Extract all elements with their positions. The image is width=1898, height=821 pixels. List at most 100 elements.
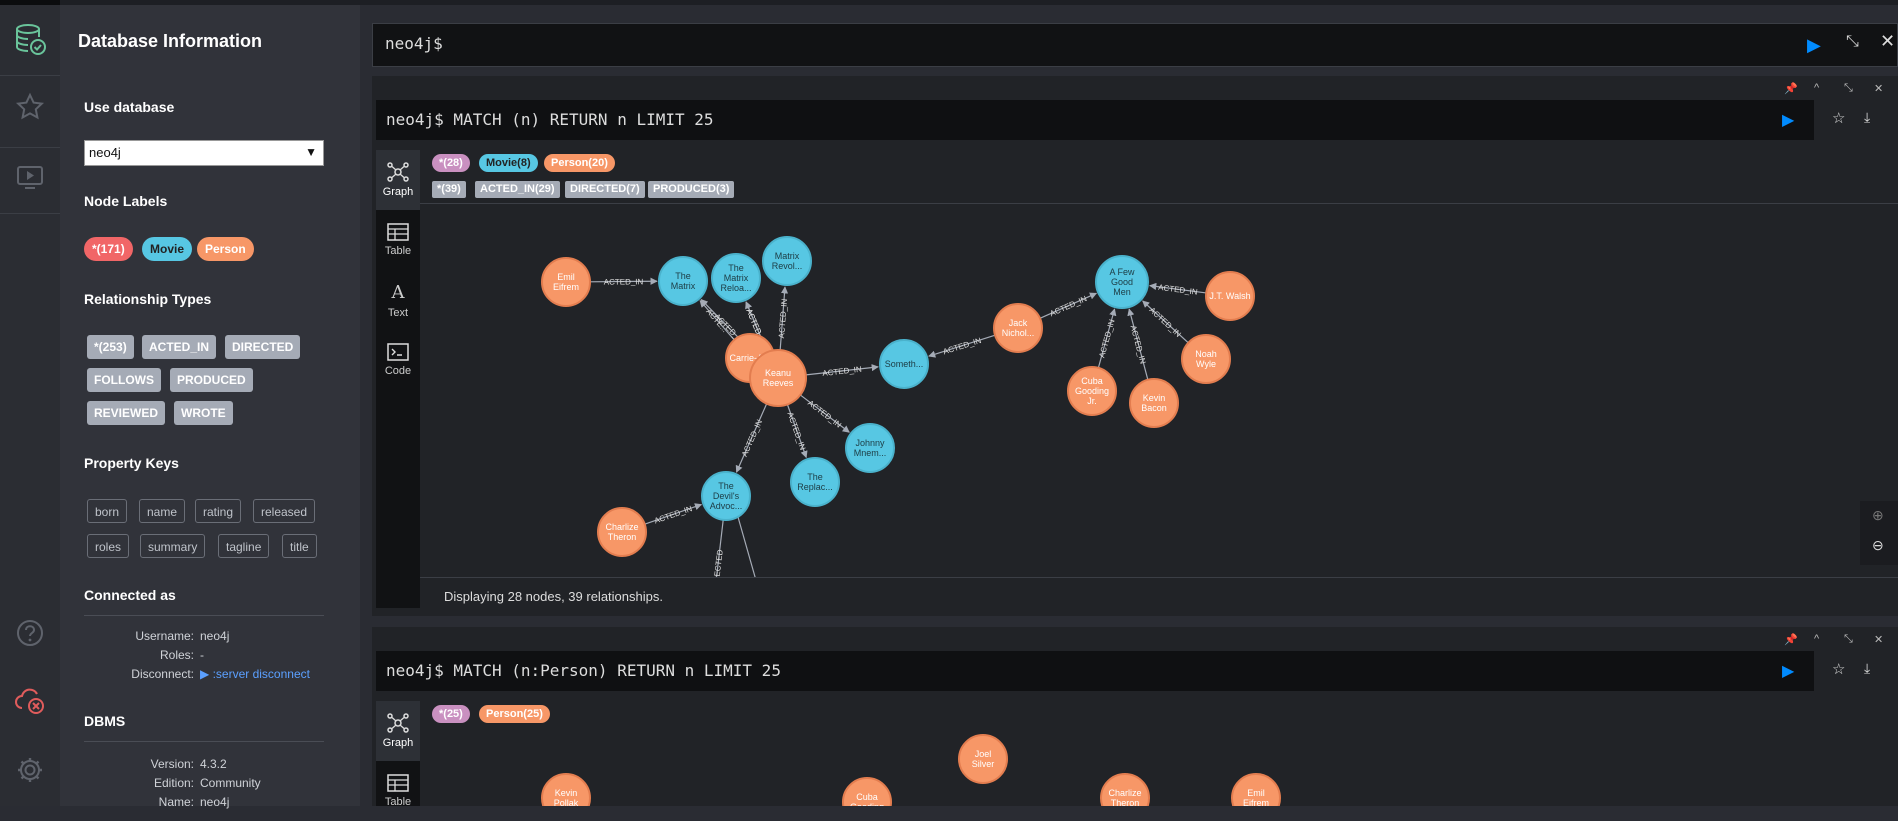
person-node[interactable]: EmilEifrem [1231, 773, 1281, 806]
movie-node[interactable]: JohnnyMnem... [845, 423, 895, 473]
pin-icon[interactable]: 📌 [1784, 633, 1798, 646]
movie-node[interactable]: TheMatrix [658, 256, 708, 306]
relationship-edge[interactable]: ACTED_IN [928, 334, 996, 358]
frame-query[interactable]: neo4j$ MATCH (n) RETURN n LIMIT 25 [376, 100, 1814, 140]
node-label-movie[interactable]: Movie [142, 237, 193, 261]
property-key-name[interactable]: name [139, 499, 186, 523]
graph-canvas[interactable]: *(28) Movie(8) Person(20) *(39) ACTED_IN… [420, 150, 1898, 616]
download-icon[interactable]: ⤓ [1864, 109, 1870, 126]
tab-text[interactable]: A Text [376, 270, 420, 330]
person-node[interactable]: CubaGooding [842, 777, 892, 806]
person-node[interactable]: KevinPollak [541, 773, 591, 806]
property-key-born[interactable]: born [87, 499, 128, 523]
server-disconnect-link[interactable]: ▶ :server disconnect [200, 667, 310, 681]
legend-node-movie[interactable]: Movie(8) [479, 154, 538, 172]
rel-type-wrote[interactable]: WROTE [174, 401, 233, 425]
download-icon[interactable]: ⤓ [1864, 660, 1870, 677]
cypher-editor[interactable]: neo4j$ ▶ ⤡ ✕ [372, 23, 1898, 67]
collapse-icon[interactable]: ^ [1814, 633, 1819, 645]
property-key-tagline[interactable]: tagline [218, 534, 270, 558]
rel-type-produced[interactable]: PRODUCED [170, 368, 253, 392]
movie-node[interactable]: Someth... [879, 339, 929, 389]
rerun-play-icon[interactable]: ▶ [1782, 110, 1794, 130]
legend-rel-produced[interactable]: PRODUCED(3) [648, 181, 735, 198]
node-label-all[interactable]: *(171) [84, 237, 133, 261]
legend-rel-all[interactable]: *(39) [432, 181, 466, 198]
relationship-edge[interactable]: ACTED_IN [1142, 300, 1189, 344]
collapse-icon[interactable]: ^ [1814, 82, 1819, 94]
fullscreen-icon[interactable]: ⤡ [1844, 82, 1853, 95]
legend-rel-acted-in[interactable]: ACTED_IN(29) [475, 181, 560, 198]
person-node[interactable]: CharlizeTheron [1100, 773, 1150, 806]
person-node[interactable]: JackNichol... [993, 303, 1043, 353]
relationship-edge[interactable]: ACTED_IN [1039, 292, 1098, 319]
person-node[interactable]: JoelSilver [958, 734, 1008, 784]
relationship-edge[interactable]: ACTED_IN [1127, 308, 1149, 380]
legend-node-person[interactable]: Person(20) [544, 154, 615, 172]
graph-svg[interactable]: ACTED_INACTE...ACTED_INACTED_IN ACTED_INA… [420, 206, 1898, 612]
graph-canvas[interactable]: *(25) Person(25) KevinPollak CubaGooding J… [420, 701, 1898, 806]
property-key-title[interactable]: title [282, 534, 317, 558]
rel-type-reviewed[interactable]: REVIEWED [87, 401, 166, 425]
connection-status-icon[interactable] [10, 681, 50, 721]
favorite-star-icon[interactable]: ☆ [1832, 660, 1845, 678]
legend-rel-directed[interactable]: DIRECTED(7) [565, 181, 645, 198]
relationship-edge[interactable]: ACTED_IN [644, 503, 703, 526]
relationship-edge[interactable]: ACTED_IN [735, 403, 768, 473]
property-key-roles[interactable]: roles [87, 534, 130, 558]
rel-type-all[interactable]: *(253) [87, 335, 134, 359]
person-node[interactable]: CubaGoodingJr. [1067, 366, 1117, 416]
zoom-in-icon[interactable]: ⊕ [1872, 507, 1884, 524]
property-key-summary[interactable]: summary [140, 534, 206, 558]
rerun-play-icon[interactable]: ▶ [1782, 661, 1794, 681]
database-icon[interactable] [10, 19, 50, 59]
rel-type-follows[interactable]: FOLLOWS [87, 368, 161, 392]
legend-node-all[interactable]: *(28) [432, 154, 470, 172]
tab-graph[interactable]: Graph [376, 701, 420, 761]
movie-node[interactable]: A FewGoodMen [1095, 255, 1149, 309]
property-key-rating[interactable]: rating [195, 499, 242, 523]
tab-code[interactable]: Code [376, 330, 420, 390]
tab-table[interactable]: Table [376, 761, 420, 821]
expand-editor-icon[interactable]: ⤡ [1846, 33, 1859, 51]
help-icon[interactable] [10, 613, 50, 653]
database-select[interactable]: neo4j ▼ [84, 140, 324, 166]
rel-type-directed[interactable]: DIRECTED [225, 335, 301, 359]
rel-type-acted-in[interactable]: ACTED_IN [142, 335, 217, 359]
legend-node-all[interactable]: *(25) [432, 705, 470, 723]
close-editor-icon[interactable]: ✕ [1880, 31, 1895, 52]
settings-gear-icon[interactable] [10, 750, 50, 790]
relationship-edge[interactable]: ACTED_IN [805, 364, 879, 378]
relationship-edge[interactable]: ACTED_IN [785, 404, 808, 459]
node-label-person[interactable]: Person [197, 237, 254, 261]
person-node[interactable]: KevinBacon [1129, 378, 1179, 428]
movie-node[interactable]: MatrixRevol... [762, 236, 812, 286]
close-frame-icon[interactable]: ✕ [1874, 82, 1883, 95]
favorite-star-icon[interactable]: ☆ [1832, 109, 1845, 127]
relationship-edge[interactable]: ACTED_IN [799, 394, 850, 433]
person-node[interactable]: J.T. Walsh [1205, 271, 1255, 321]
close-frame-icon[interactable]: ✕ [1874, 633, 1883, 646]
relationship-edge[interactable]: ACTED_IN [589, 277, 658, 287]
person-node[interactable]: NoahWyle [1181, 334, 1231, 384]
run-query-play-icon[interactable]: ▶ [1807, 35, 1821, 56]
person-node[interactable]: EmilEifrem [541, 257, 591, 307]
guides-play-icon[interactable] [10, 157, 50, 197]
movie-node[interactable]: TheDevil'sAdvoc... [701, 471, 751, 521]
movie-node[interactable]: TheReplac... [790, 457, 840, 507]
relationship-edge[interactable]: ACTED_IN [1149, 283, 1207, 297]
tab-table[interactable]: Table [376, 210, 420, 270]
legend-node-person[interactable]: Person(25) [479, 705, 550, 723]
person-node[interactable]: CharlizeTheron [597, 507, 647, 557]
property-key-released[interactable]: released [253, 499, 316, 523]
fullscreen-icon[interactable]: ⤡ [1844, 633, 1853, 646]
tab-graph[interactable]: Graph [376, 150, 420, 210]
movie-node[interactable]: TheMatrixReloa... [711, 253, 761, 303]
relationship-edge[interactable]: ACTED_IN [777, 286, 789, 351]
frame-query[interactable]: neo4j$ MATCH (n:Person) RETURN n LIMIT 2… [376, 651, 1814, 691]
pin-icon[interactable]: 📌 [1784, 82, 1798, 95]
zoom-out-icon[interactable]: ⊖ [1872, 537, 1884, 554]
person-node[interactable]: KeanuReeves [749, 349, 807, 407]
relationship-edge[interactable]: ACTED_IN [1097, 308, 1117, 369]
graph-svg[interactable]: KevinPollak CubaGooding JoelSilver Charlize… [420, 726, 1898, 806]
